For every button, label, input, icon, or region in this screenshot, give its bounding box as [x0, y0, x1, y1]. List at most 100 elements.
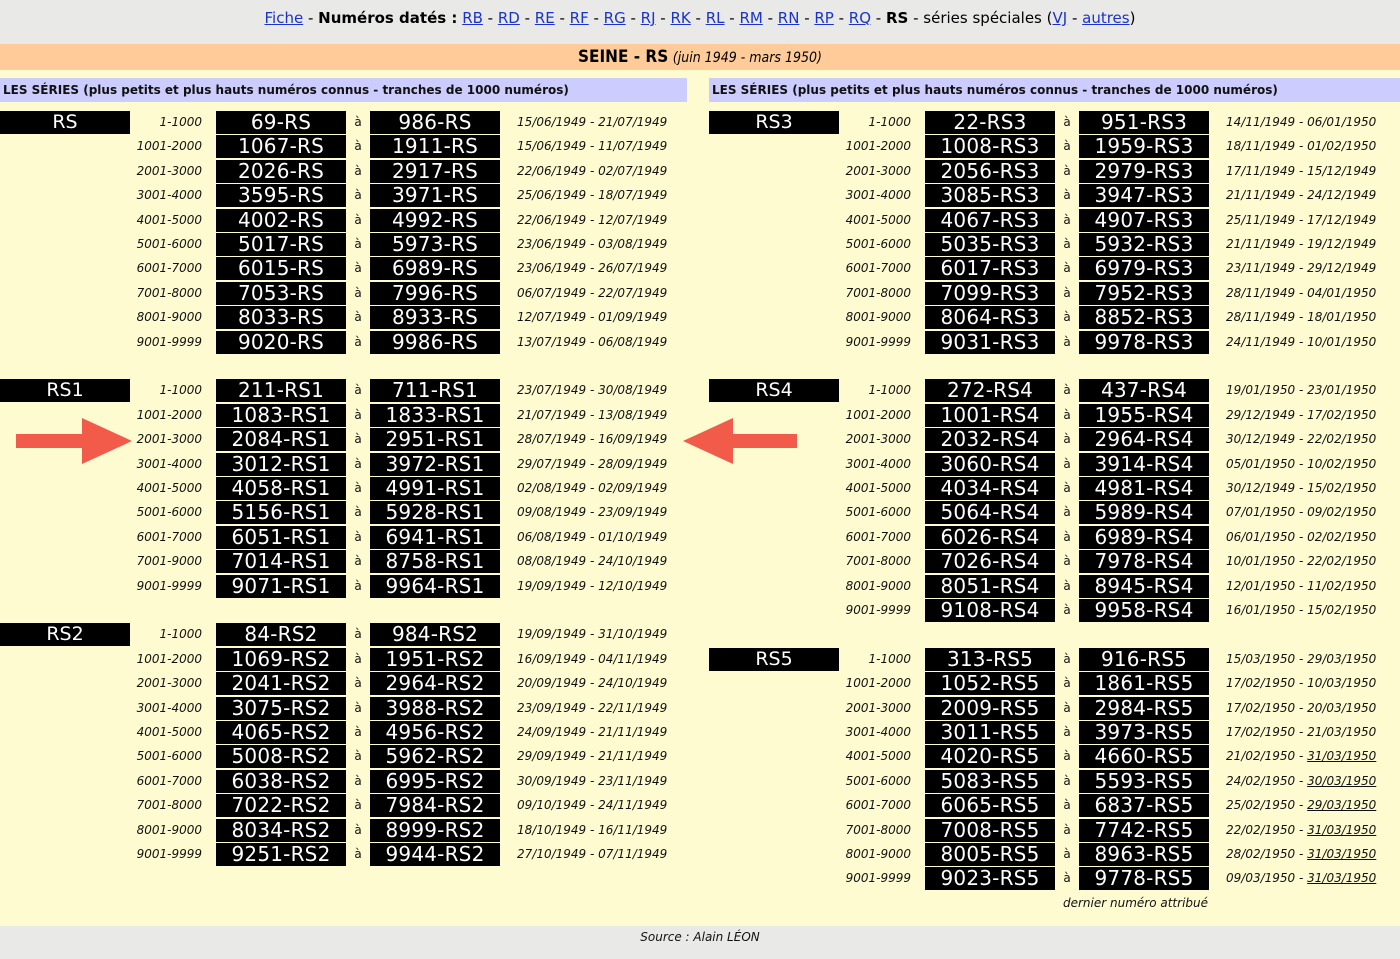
table-row: 9001-9999 9108-RS4 à 9958-RS4 16/01/1950 - 1… [709, 598, 1399, 623]
range-label: 2001-3000 [136, 432, 202, 447]
range-label: 9001-9999 [845, 871, 911, 886]
nav-link-rf[interactable]: RF [570, 9, 589, 27]
content-panel: SEINE - RS (juin 1949 - mars 1950) LES S… [0, 44, 1400, 926]
date-range-text: 21/02/1950 - [1226, 749, 1308, 764]
table-row: 7001-8000 7008-RS5 à 7742-RS5 22/02/1950 - 3… [709, 818, 1399, 843]
nav-link-vj[interactable]: VJ [1053, 9, 1068, 27]
table-row: 1001-2000 1001-RS4 à 1955-RS4 29/12/1949 - 1… [709, 403, 1399, 428]
a-separator: à [1063, 724, 1071, 739]
date-range-text: 09/08/1949 - 23/09/1949 [517, 505, 668, 520]
table-row: 4001-5000 4058-RS1 à 4991-RS1 02/08/1949 - 0… [0, 476, 690, 501]
range-label: 2001-3000 [845, 163, 911, 178]
highest-number: 2917-RS [370, 159, 500, 183]
range-label: 5001-6000 [845, 773, 911, 788]
highest-number: 4956-RS2 [370, 720, 500, 744]
table-row: 9001-9999 9020-RS à 9986-RS 13/07/1949 - 06/… [0, 330, 690, 355]
date-range: 13/07/1949 - 06/08/1949 [517, 331, 697, 354]
nav-link-rg[interactable]: RG [604, 9, 626, 27]
date-range-text: 21/11/1949 - 19/12/1949 [1226, 237, 1377, 251]
date-range-text: 06/08/1949 - 01/10/1949 [517, 529, 668, 544]
lowest-number: 6051-RS1 [216, 525, 346, 549]
a-separator: à [354, 822, 362, 837]
date-end-underlined: 31/03/1950 [1307, 822, 1377, 837]
nav-link-rb[interactable]: RB [462, 9, 483, 27]
nav-link-re[interactable]: RE [535, 9, 555, 27]
table-row: RS 1-1000 69-RS à 986-RS 15/06/1949 - 21/07/1… [0, 111, 690, 135]
nav-link-autres[interactable]: autres [1082, 9, 1129, 27]
table-row: 4001-5000 4067-RS3 à 4907-RS3 25/11/1949 - 1… [709, 208, 1399, 233]
range-label: 8001-9000 [136, 310, 202, 325]
date-range: 06/01/1950 - 02/02/1950 [1226, 526, 1400, 549]
date-end-underlined: 31/03/1950 [1307, 871, 1377, 886]
date-range: 28/11/1949 - 04/01/1950 [1226, 282, 1400, 305]
highest-number: 4981-RS4 [1079, 476, 1209, 500]
date-range-text: 15/06/1949 - 21/07/1949 [517, 115, 668, 129]
right-column-header: LES SÉRIES (plus petits et plus hauts nu… [709, 78, 1400, 102]
nav-link-rn[interactable]: RN [778, 9, 800, 27]
highest-number: 7996-RS [370, 281, 500, 305]
a-separator: à [354, 700, 362, 715]
date-range-text: 21/11/1949 - 24/12/1949 [1226, 188, 1377, 203]
range-label: 1001-2000 [136, 139, 202, 154]
table-row: 4001-5000 4034-RS4 à 4981-RS4 30/12/1949 - 1… [709, 476, 1399, 501]
range-label: 3001-4000 [136, 456, 202, 471]
a-separator: à [354, 310, 362, 325]
table-row: RS1 1-1000 211-RS1 à 711-RS1 23/07/1949 - 30/… [0, 379, 690, 403]
range-label: 2001-3000 [136, 163, 202, 178]
nav-link-rj[interactable]: RJ [641, 9, 656, 27]
range-label: 3001-4000 [136, 188, 202, 203]
highest-number: 3947-RS3 [1079, 184, 1209, 208]
range-label: 6001-7000 [136, 261, 202, 276]
date-range: 22/06/1949 - 12/07/1949 [517, 209, 697, 232]
date-range: 09/03/1950 - 31/03/1950 [1226, 867, 1400, 890]
highest-number: 5932-RS3 [1079, 233, 1209, 256]
nav-link-rq[interactable]: RQ [849, 9, 871, 27]
lowest-number: 3060-RS4 [925, 452, 1055, 476]
highest-number: 1833-RS1 [370, 403, 500, 427]
highest-number: 6979-RS3 [1079, 257, 1209, 281]
range-label: 1001-2000 [136, 651, 202, 666]
a-separator: à [354, 846, 362, 861]
date-range: 23/07/1949 - 30/08/1949 [517, 379, 697, 402]
date-range-text: 25/11/1949 - 17/12/1949 [1226, 212, 1377, 227]
a-separator: à [354, 285, 362, 300]
date-range-text: 23/07/1949 - 30/08/1949 [517, 383, 668, 398]
date-range-text: 28/11/1949 - 18/01/1950 [1226, 310, 1377, 325]
range-label: 1-1000 [159, 115, 202, 129]
table-row: 6001-7000 6051-RS1 à 6941-RS1 06/08/1949 - 0… [0, 525, 690, 550]
date-range: 25/06/1949 - 18/07/1949 [517, 184, 697, 207]
date-range: 21/07/1949 - 13/08/1949 [517, 404, 697, 427]
lowest-number: 8051-RS4 [925, 574, 1055, 598]
lowest-number: 7014-RS1 [216, 550, 346, 574]
lowest-number: 4067-RS3 [925, 208, 1055, 232]
date-range-text: 23/06/1949 - 26/07/1949 [517, 261, 668, 276]
range-label: 4001-5000 [845, 212, 911, 227]
lowest-number: 6026-RS4 [925, 525, 1055, 549]
nav-link-rl[interactable]: RL [706, 9, 725, 27]
nav-special-label: séries spéciales ( [923, 9, 1053, 27]
nav-link-fiche[interactable]: Fiche [265, 9, 304, 27]
table-row: 4001-5000 4020-RS5 à 4660-RS5 21/02/1950 - 3… [709, 745, 1399, 769]
a-separator: à [354, 676, 362, 691]
date-range-text: 19/01/1950 - 23/01/1950 [1226, 383, 1377, 398]
table-row: 5001-6000 5083-RS5 à 5593-RS5 24/02/1950 - 3… [709, 769, 1399, 794]
nav-link-rd[interactable]: RD [498, 9, 520, 27]
date-range: 18/11/1949 - 01/02/1950 [1226, 135, 1400, 158]
source-credit: Source : Alain LÉON [640, 930, 760, 944]
table-row: 8001-9000 8033-RS à 8933-RS 12/07/1949 - 01/… [0, 306, 690, 330]
nav-link-rp[interactable]: RP [814, 9, 833, 27]
nav-link-rm[interactable]: RM [739, 9, 762, 27]
range-label: 1-1000 [868, 383, 911, 398]
a-separator: à [354, 749, 362, 764]
nav-link-rk[interactable]: RK [670, 9, 690, 27]
table-row: RS4 1-1000 272-RS4 à 437-RS4 19/01/1950 - 23/… [709, 379, 1399, 403]
date-range: 28/11/1949 - 18/01/1950 [1226, 306, 1400, 329]
lowest-number: 5017-RS [216, 233, 346, 256]
table-row: 7001-8000 7026-RS4 à 7978-RS4 10/01/1950 - 2… [709, 550, 1399, 574]
range-label: 9001-9999 [845, 602, 911, 617]
table-row: 9001-9999 9071-RS1 à 9964-RS1 19/09/1949 - 1… [0, 574, 690, 599]
highest-number: 2951-RS1 [370, 428, 500, 452]
range-label: 1001-2000 [845, 139, 911, 154]
a-separator: à [354, 554, 362, 569]
highest-number: 984-RS2 [370, 623, 500, 647]
